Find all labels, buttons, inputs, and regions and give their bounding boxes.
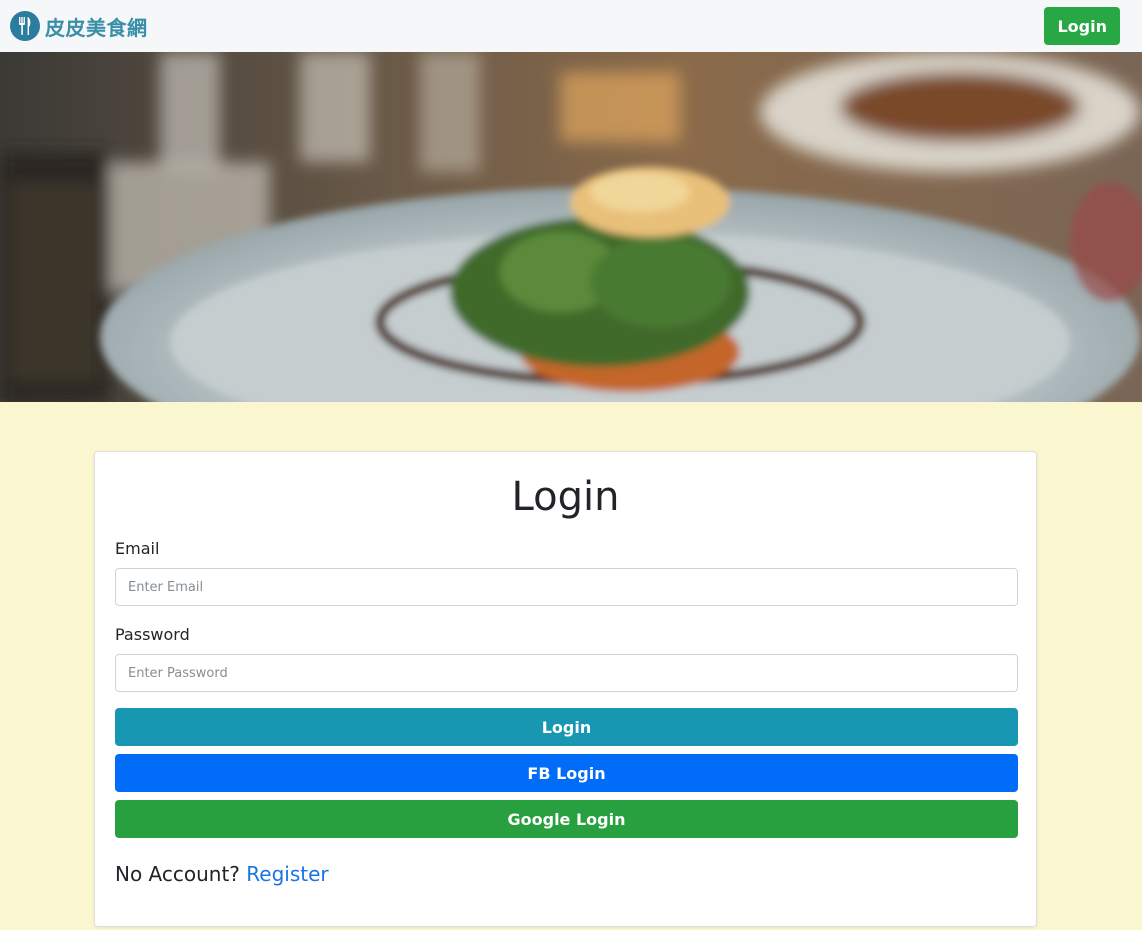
google-login-button[interactable]: Google Login [115,800,1018,838]
navbar-login-button[interactable]: Login [1044,7,1120,45]
login-card: Login Email Password Login FB Login Goog… [94,451,1037,927]
brand-name: 皮皮美食網 [45,15,148,40]
top-navbar: 皮皮美食網 Login [0,0,1142,52]
login-title: Login [511,474,620,520]
hero-image [0,52,1142,402]
email-input[interactable] [115,568,1018,606]
fork-knife-icon [10,11,40,41]
password-label: Password [115,625,190,644]
register-prompt: No Account? Register [115,862,329,886]
fb-login-button[interactable]: FB Login [115,754,1018,792]
email-label: Email [115,539,160,558]
password-input[interactable] [115,654,1018,692]
login-button[interactable]: Login [115,708,1018,746]
no-account-text: No Account? [115,862,240,886]
register-link[interactable]: Register [246,862,328,886]
brand[interactable]: 皮皮美食網 [10,11,148,41]
